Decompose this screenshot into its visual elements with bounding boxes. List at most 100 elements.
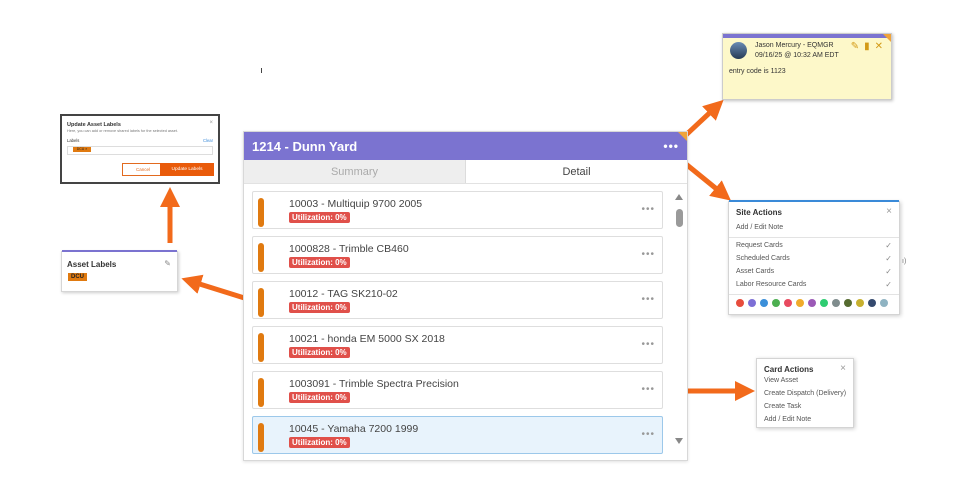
card-menu-icon[interactable]: ••• (641, 339, 655, 350)
asset-card-list: 10003 - Multiquip 9700 2005 Utilization:… (252, 191, 663, 460)
status-bar (258, 198, 264, 227)
utilization-badge: Utilization: 0% (289, 347, 350, 358)
divider (729, 237, 899, 238)
tab-detail[interactable]: Detail (466, 160, 687, 183)
status-bar (258, 288, 264, 317)
note-date: 09/16/25 @ 10:32 AM EDT (755, 52, 839, 59)
menu-item-add-edit-note[interactable]: Add / Edit Note (736, 224, 783, 231)
color-swatch[interactable] (844, 299, 852, 307)
pencil-icon[interactable]: ✎ (164, 259, 171, 268)
menu-item-add-edit-note[interactable]: Add / Edit Note (764, 416, 811, 423)
asset-name: 10045 - Yamaha 7200 1999 (289, 423, 419, 435)
site-note: Jason Mercury - EQMGR 09/16/25 @ 10:32 A… (722, 33, 892, 100)
color-swatch[interactable] (760, 299, 768, 307)
color-swatch[interactable] (808, 299, 816, 307)
menu-item-create-task[interactable]: Create Task (764, 403, 801, 410)
utilization-badge: Utilization: 0% (289, 437, 350, 448)
site-actions-title: Site Actions (736, 208, 782, 217)
card-menu-icon[interactable]: ••• (641, 384, 655, 395)
check-icon: ✓ (885, 267, 892, 276)
menu-item-scheduled-cards[interactable]: Scheduled Cards (736, 255, 790, 262)
close-icon[interactable]: × (209, 120, 213, 126)
color-swatches (736, 299, 888, 307)
asset-name: 10012 - TAG SK210-02 (289, 288, 398, 300)
asset-card[interactable]: 10012 - TAG SK210-02 Utilization: 0% ••• (252, 281, 663, 319)
status-bar (258, 243, 264, 272)
stray-mark (261, 68, 262, 73)
label-badge: DCU (68, 273, 87, 281)
color-swatch[interactable] (868, 299, 876, 307)
cancel-button[interactable]: Cancel (122, 163, 164, 176)
note-strip (723, 34, 891, 38)
color-swatch[interactable] (772, 299, 780, 307)
stray-text: ı) (902, 258, 907, 265)
divider (729, 294, 899, 295)
asset-card[interactable]: 1000828 - Trimble CB460 Utilization: 0% … (252, 236, 663, 274)
check-icon: ✓ (885, 254, 892, 263)
tab-summary[interactable]: Summary (244, 160, 466, 183)
pencil-icon[interactable]: ✎ (851, 41, 859, 52)
panel-strip (62, 250, 177, 252)
status-bar (258, 333, 264, 362)
note-actions: ✎ ▮ ✕ (851, 41, 883, 52)
dialog-subtitle: Here, you can add or remove shared label… (67, 129, 179, 133)
asset-card[interactable]: 10003 - Multiquip 9700 2005 Utilization:… (252, 191, 663, 229)
utilization-badge: Utilization: 0% (289, 257, 350, 268)
menu-item-create-dispatch[interactable]: Create Dispatch (Delivery) (764, 390, 846, 397)
utilization-badge: Utilization: 0% (289, 392, 350, 403)
card-menu-icon[interactable]: ••• (641, 204, 655, 215)
scroll-down-icon[interactable] (675, 438, 683, 444)
close-icon[interactable]: × (886, 206, 892, 217)
site-header: 1214 - Dunn Yard ••• (244, 132, 687, 160)
card-menu-icon[interactable]: ••• (641, 429, 655, 440)
color-swatch[interactable] (748, 299, 756, 307)
site-title: 1214 - Dunn Yard (252, 138, 358, 154)
color-swatch[interactable] (880, 299, 888, 307)
status-bar (258, 378, 264, 407)
note-body: entry code is 1123 (729, 68, 786, 75)
utilization-badge: Utilization: 0% (289, 212, 350, 223)
asset-card[interactable]: 1003091 - Trimble Spectra Precision Util… (252, 371, 663, 409)
color-swatch[interactable] (856, 299, 864, 307)
color-swatch[interactable] (832, 299, 840, 307)
site-actions-menu: Site Actions × Add / Edit Note Request C… (728, 200, 900, 315)
label-chip[interactable]: DCU × (73, 147, 91, 152)
menu-strip (729, 200, 899, 202)
asset-card-selected[interactable]: 10045 - Yamaha 7200 1999 Utilization: 0%… (252, 416, 663, 454)
check-icon: ✓ (885, 241, 892, 250)
trash-icon[interactable]: ▮ (864, 41, 870, 52)
labels-label: Labels (67, 138, 80, 143)
site-menu-icon[interactable]: ••• (663, 139, 679, 153)
scrollbar[interactable] (673, 194, 685, 448)
color-swatch[interactable] (736, 299, 744, 307)
card-menu-icon[interactable]: ••• (641, 249, 655, 260)
asset-name: 10021 - honda EM 5000 SX 2018 (289, 333, 445, 345)
menu-item-asset-cards[interactable]: Asset Cards (736, 268, 774, 275)
tab-bar: Summary Detail (244, 160, 687, 184)
site-panel: 1214 - Dunn Yard ••• Summary Detail 1000… (243, 131, 688, 461)
card-menu-icon[interactable]: ••• (641, 294, 655, 305)
scroll-thumb[interactable] (676, 209, 683, 227)
card-actions-title: Card Actions (764, 365, 814, 374)
header-corner (678, 132, 687, 141)
clear-link[interactable]: Clear (203, 138, 213, 143)
close-icon[interactable]: × (840, 363, 846, 374)
utilization-badge: Utilization: 0% (289, 302, 350, 313)
asset-name: 1000828 - Trimble CB460 (289, 243, 409, 255)
check-icon: ✓ (885, 280, 892, 289)
scroll-up-icon[interactable] (675, 194, 683, 200)
color-swatch[interactable] (820, 299, 828, 307)
color-swatch[interactable] (784, 299, 792, 307)
asset-card[interactable]: 10021 - honda EM 5000 SX 2018 Utilizatio… (252, 326, 663, 364)
menu-item-view-asset[interactable]: View Asset (764, 377, 798, 384)
asset-labels-panel: Asset Labels ✎ DCU (61, 250, 178, 292)
card-actions-menu: Card Actions × View Asset Create Dispatc… (756, 358, 854, 428)
menu-item-labor-resource-cards[interactable]: Labor Resource Cards (736, 281, 806, 288)
close-icon[interactable]: ✕ (875, 41, 883, 52)
status-bar (258, 423, 264, 452)
update-labels-button[interactable]: Update Labels (160, 163, 214, 176)
menu-item-request-cards[interactable]: Request Cards (736, 242, 783, 249)
avatar (730, 42, 747, 59)
color-swatch[interactable] (796, 299, 804, 307)
asset-name: 10003 - Multiquip 9700 2005 (289, 198, 423, 210)
